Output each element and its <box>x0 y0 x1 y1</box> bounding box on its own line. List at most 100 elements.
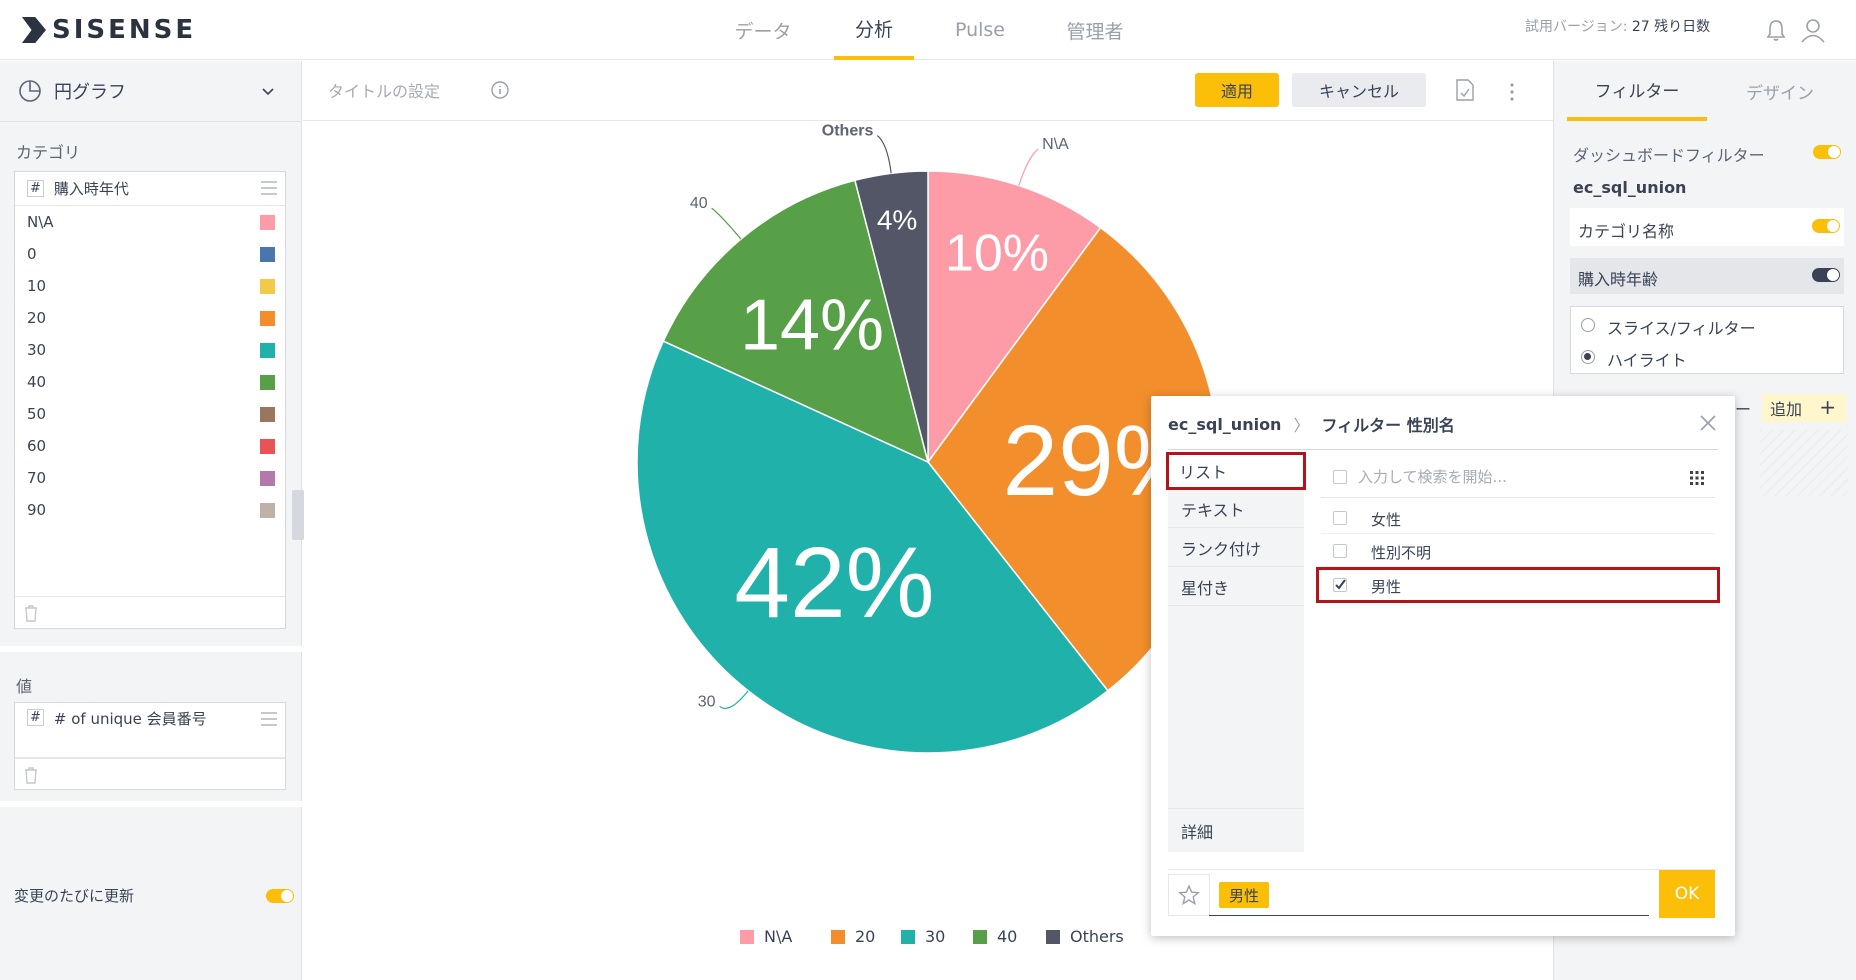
hash-icon: # <box>27 709 44 726</box>
menu-icon[interactable] <box>261 712 277 726</box>
member-checkbox-checked[interactable] <box>1333 578 1347 592</box>
member-label: 男性 <box>1371 578 1402 596</box>
brand-name: SISENSE <box>52 15 197 45</box>
menu-icon[interactable] <box>261 181 277 195</box>
category-item[interactable]: 0 <box>15 238 285 270</box>
filter-tab-ranking[interactable]: ランク付け <box>1168 529 1304 567</box>
category-item-label: 40 <box>27 373 47 391</box>
add-filter-label: 追加 <box>1770 400 1803 419</box>
category-item[interactable]: 90 <box>15 494 285 526</box>
legend-item[interactable]: 20 <box>831 927 875 946</box>
hash-icon: # <box>27 180 44 197</box>
filter-member-male[interactable]: 男性 <box>1316 567 1720 603</box>
legend-label: Others <box>1070 927 1124 946</box>
dashboard-filter-toggle[interactable] <box>1813 145 1841 159</box>
purchase-age-toggle[interactable] <box>1812 268 1840 282</box>
category-color-swatch[interactable] <box>260 375 275 390</box>
radio-highlight[interactable] <box>1581 350 1595 364</box>
value-field-panel: # # of unique 会員番号 <box>14 702 286 790</box>
pie-slice-percent-label: 14% <box>740 286 884 366</box>
category-list: N\A 0 10 20 30 40 50 60 70 90 <box>15 206 285 526</box>
legend-item[interactable]: 30 <box>901 927 945 946</box>
filter-search-input[interactable]: 入力して検索を開始... <box>1358 466 1507 487</box>
member-checkbox[interactable] <box>1333 544 1347 558</box>
grid-icon[interactable] <box>1689 470 1705 486</box>
category-item-label: 30 <box>27 341 47 359</box>
nav-tab-data[interactable]: データ <box>724 0 802 60</box>
sisense-logo-icon <box>22 17 46 43</box>
category-item[interactable]: 20 <box>15 302 285 334</box>
filter-purchase-age[interactable]: 購入時年齢 <box>1570 258 1844 294</box>
category-item[interactable]: 40 <box>15 366 285 398</box>
legend-item[interactable]: 40 <box>973 927 1017 946</box>
filter-tab-text[interactable]: テキスト <box>1168 490 1304 528</box>
auto-update-toggle[interactable] <box>266 889 294 903</box>
value-field-name: # of unique 会員番号 <box>53 710 207 728</box>
filter-tab-starred[interactable]: 星付き <box>1168 568 1304 606</box>
breadcrumb-chevron-icon: 〉 <box>1293 416 1310 435</box>
filter-member-female[interactable]: 女性 <box>1321 502 1715 534</box>
category-color-swatch[interactable] <box>260 215 275 230</box>
nav-tab-admin[interactable]: 管理者 <box>1050 0 1140 60</box>
category-item[interactable]: N\A <box>15 206 285 238</box>
info-icon[interactable] <box>490 80 510 100</box>
category-color-swatch[interactable] <box>260 279 275 294</box>
top-navigation-bar: SISENSE データ 分析 Pulse 管理者 試用バージョン: 27 残り日… <box>0 0 1856 60</box>
pie-slice-percent-label: 4% <box>877 205 917 236</box>
sisense-logo[interactable]: SISENSE <box>22 15 197 45</box>
tab-filters[interactable]: フィルター <box>1567 61 1707 121</box>
pie-category-label: 40 <box>690 195 708 212</box>
tab-design[interactable]: デザイン <box>1710 61 1850 121</box>
breadcrumb-source[interactable]: ec_sql_union <box>1168 415 1281 434</box>
legend-item[interactable]: N\A <box>740 927 792 946</box>
category-item[interactable]: 70 <box>15 462 285 494</box>
category-color-swatch[interactable] <box>260 471 275 486</box>
member-label: 女性 <box>1371 511 1402 529</box>
category-color-swatch[interactable] <box>260 311 275 326</box>
user-icon[interactable] <box>1800 17 1826 43</box>
cancel-button[interactable]: キャンセル <box>1292 73 1426 107</box>
legend-item[interactable]: Others <box>1046 927 1124 946</box>
category-item[interactable]: 50 <box>15 398 285 430</box>
export-icon[interactable] <box>1454 78 1476 102</box>
widget-title-input[interactable]: タイトルの設定 <box>328 78 440 102</box>
legend-swatch <box>831 929 845 944</box>
nav-tab-analytics[interactable]: 分析 <box>834 0 914 60</box>
category-item-label: 20 <box>27 309 47 327</box>
category-color-swatch[interactable] <box>260 343 275 358</box>
close-icon[interactable] <box>1699 414 1717 432</box>
chart-type-selector[interactable]: 円グラフ <box>0 61 302 121</box>
filter-member-unknown[interactable]: 性別不明 <box>1321 535 1715 567</box>
member-checkbox[interactable] <box>1333 511 1347 525</box>
filter-tab-details[interactable]: 詳細 <box>1168 808 1304 852</box>
value-field-header[interactable]: # # of unique 会員番号 <box>15 703 285 758</box>
filter-tab-list[interactable]: リスト <box>1166 452 1306 490</box>
category-item[interactable]: 30 <box>15 334 285 366</box>
apply-button[interactable]: 適用 <box>1195 73 1279 107</box>
member-label: 性別不明 <box>1371 544 1432 562</box>
nav-tab-pulse[interactable]: Pulse <box>944 0 1016 60</box>
radio-slice-filter[interactable] <box>1581 318 1595 332</box>
breadcrumb-filter-title: フィルター 性別名 <box>1321 416 1455 435</box>
pie-leader-line <box>711 207 742 240</box>
filter-category-name[interactable]: カテゴリ名称 <box>1570 208 1844 246</box>
category-item[interactable]: 10 <box>15 270 285 302</box>
datasource-name: ec_sql_union <box>1573 178 1687 197</box>
add-filter-button[interactable]: 追加 + <box>1762 394 1846 422</box>
favorite-star-button[interactable] <box>1168 874 1210 916</box>
ok-button[interactable]: OK <box>1659 870 1715 918</box>
category-color-swatch[interactable] <box>260 503 275 518</box>
category-color-swatch[interactable] <box>260 407 275 422</box>
selected-member-chip[interactable]: 男性 <box>1219 882 1270 908</box>
category-name-toggle[interactable] <box>1812 219 1840 233</box>
value-trash-area[interactable] <box>15 758 285 790</box>
category-color-swatch[interactable] <box>260 247 275 262</box>
category-field-header[interactable]: # 購入時年代 <box>15 172 285 206</box>
select-all-checkbox[interactable] <box>1333 470 1347 484</box>
category-color-swatch[interactable] <box>260 439 275 454</box>
more-options-icon[interactable] <box>1507 82 1517 102</box>
bell-icon[interactable] <box>1765 18 1787 42</box>
category-trash-area[interactable] <box>15 596 285 628</box>
footer-divider <box>1168 869 1718 870</box>
category-item[interactable]: 60 <box>15 430 285 462</box>
